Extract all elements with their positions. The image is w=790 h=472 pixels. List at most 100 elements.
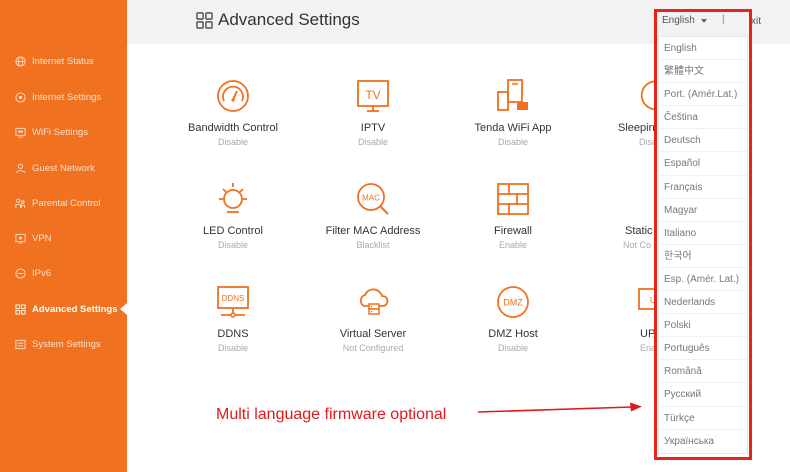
sidebar-item-label: Guest Network <box>32 162 95 174</box>
feature-sleeping[interactable]: Sleeping Disa <box>583 78 655 147</box>
language-option[interactable]: Port. (Amér.Lat.) <box>659 83 747 107</box>
sidebar-item-label: VPN <box>32 232 52 244</box>
language-option[interactable]: Nederlands <box>659 291 747 315</box>
sidebar-item-label: Parental Control <box>32 197 101 209</box>
feature-status: Blacklist <box>356 240 390 250</box>
family-icon <box>15 198 26 209</box>
feature-firewall[interactable]: Firewall Enable <box>443 181 583 250</box>
language-dropdown: English 繁體中文 Port. (Amér.Lat.) Čeština D… <box>658 36 748 454</box>
feature-name: Static <box>625 225 653 237</box>
sidebar-item-label: Advanced Settings <box>32 303 118 315</box>
language-option[interactable]: Français <box>659 176 747 199</box>
language-option[interactable]: Magyar <box>659 199 747 222</box>
feature-upnp[interactable]: UP UP Ena <box>583 284 655 353</box>
feature-status: Disa <box>639 137 655 147</box>
header-divider: | <box>722 14 725 25</box>
tv-icon: TV <box>357 80 389 112</box>
language-option[interactable]: Türkçe <box>659 407 747 430</box>
language-option[interactable]: Українська <box>659 430 747 453</box>
sidebar-item-label: Internet Settings <box>32 91 102 103</box>
bulb-icon <box>219 183 247 213</box>
feature-name: Bandwidth Control <box>188 122 278 134</box>
globe-icon <box>15 55 26 67</box>
language-option[interactable]: Esp. (Amér. Lat.) <box>659 268 747 292</box>
sidebar-item-guest-network[interactable]: Guest Network <box>0 155 127 181</box>
arrow-icon <box>478 402 642 413</box>
feature-dmz-host[interactable]: DMZ DMZ Host Disable <box>443 284 583 353</box>
grid-icon <box>196 11 213 29</box>
sidebar-item-label: IPv6 <box>32 267 52 279</box>
ipv6-icon <box>15 267 26 279</box>
feature-name: Virtual Server <box>339 328 407 340</box>
language-option[interactable]: 繁體中文 <box>659 60 747 84</box>
sidebar-item-wifi-settings[interactable]: WiFi Settings <box>0 119 127 145</box>
sidebar-item-internet-status[interactable]: Internet Status <box>0 48 127 74</box>
sidebar-item-system-settings[interactable]: System Settings <box>0 331 127 357</box>
grid-icon <box>15 303 26 315</box>
feature-name: LED Control <box>203 225 263 237</box>
sidebar-item-label: Internet Status <box>32 55 94 67</box>
feature-status: Disable <box>217 137 248 147</box>
app-icon <box>497 79 528 111</box>
upnp-icon: UP <box>638 288 655 310</box>
feature-name: DMZ Host <box>488 328 538 340</box>
sidebar-item-advanced-settings[interactable]: Advanced Settings <box>0 296 127 322</box>
feature-status: Disable <box>357 137 388 147</box>
gauge-icon <box>217 80 249 112</box>
feature-led-control[interactable]: LED Control Disable <box>163 181 303 250</box>
feature-filter-mac-address[interactable]: MAC Filter MAC Address Blacklist <box>303 181 443 250</box>
ddns-icon: DDNS <box>217 286 249 318</box>
sidebar-item-vpn[interactable]: VPN <box>0 225 127 251</box>
feature-status: Disable <box>217 240 248 250</box>
sleep-icon <box>640 80 655 111</box>
settings-icon <box>15 339 26 350</box>
language-select-value: English <box>662 15 695 26</box>
sidebar-item-label: WiFi Settings <box>32 126 88 138</box>
language-option[interactable]: Italiano <box>659 222 747 245</box>
language-option[interactable]: Deutsch <box>659 129 747 153</box>
sidebar-item-parental-control[interactable]: Parental Control <box>0 190 127 216</box>
language-option[interactable]: Čeština <box>659 106 747 130</box>
monitor-icon <box>15 127 26 138</box>
sidebar: Internet Status Internet Settings WiFi S… <box>0 0 127 472</box>
language-select[interactable]: English <box>662 15 707 26</box>
feature-ddns[interactable]: DDNS DDNS Disable <box>163 284 303 353</box>
feature-virtual-server[interactable]: Virtual Server Not Configured <box>303 284 443 353</box>
feature-name: UP <box>640 328 655 340</box>
feature-status: Enable <box>498 240 528 250</box>
feature-name: Tenda WiFi App <box>474 122 552 134</box>
svg-text:MAC: MAC <box>362 194 380 203</box>
network-icon <box>15 91 26 103</box>
language-option[interactable]: 한국어 <box>659 245 747 268</box>
static-route-icon <box>636 181 655 217</box>
feature-status: Disable <box>497 137 528 147</box>
language-option[interactable]: Português <box>659 337 747 361</box>
sidebar-item-ipv6[interactable]: IPv6 <box>0 260 127 286</box>
svg-text:UP: UP <box>650 296 655 305</box>
sidebar-item-internet-settings[interactable]: Internet Settings <box>0 84 127 110</box>
language-option[interactable]: English <box>659 37 747 61</box>
feature-tenda-wifi-app[interactable]: Tenda WiFi App Disable <box>443 78 583 147</box>
feature-static-route[interactable]: Static Not Co <box>583 181 655 250</box>
feature-status: Disable <box>497 343 528 353</box>
svg-text:TV: TV <box>365 88 380 102</box>
page-title: Advanced Settings <box>196 10 360 30</box>
svg-text:DDNS: DDNS <box>222 294 245 303</box>
feature-name: IPTV <box>360 122 386 134</box>
firewall-icon <box>497 183 529 215</box>
mac-filter-icon: MAC <box>357 183 389 215</box>
feature-status: Not Configured <box>342 343 404 353</box>
svg-text:DMZ: DMZ <box>503 298 523 308</box>
exit-link[interactable]: xit <box>751 16 761 27</box>
language-option[interactable]: Español <box>659 152 747 176</box>
feature-iptv[interactable]: TV IPTV Disable <box>303 78 443 147</box>
vpn-icon <box>15 233 26 244</box>
feature-status: Disable <box>217 343 248 353</box>
feature-bandwidth-control[interactable]: Bandwidth Control Disable <box>163 78 303 147</box>
user-icon <box>15 163 26 174</box>
language-option[interactable]: Русский <box>659 383 747 407</box>
chevron-down-icon <box>700 18 707 23</box>
language-option[interactable]: Polski <box>659 314 747 338</box>
language-option[interactable]: Română <box>659 360 747 384</box>
feature-status: Not Co <box>623 240 652 250</box>
